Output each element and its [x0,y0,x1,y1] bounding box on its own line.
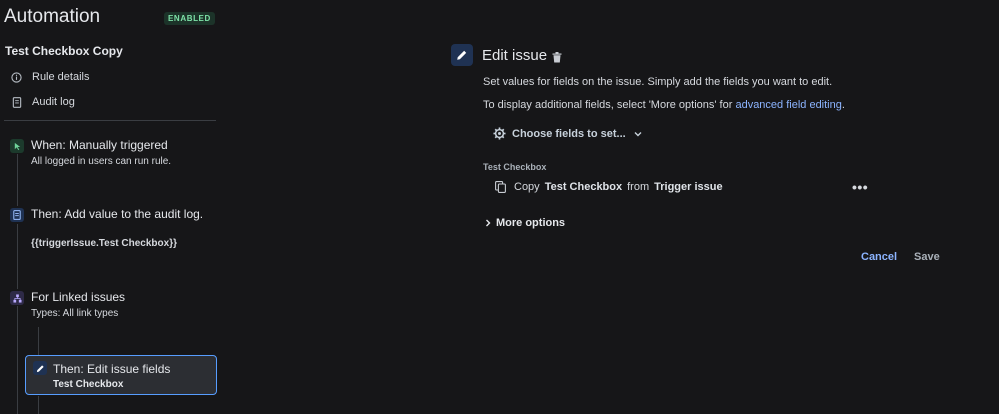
step-subtitle: {{triggerIssue.Test Checkbox}} [31,238,177,249]
copy-word: Copy [514,181,540,193]
additional-fields-suffix: . [841,99,845,111]
rule-name: Test Checkbox Copy [5,44,123,58]
step-subtitle: Test Checkbox [53,379,124,390]
field-label: Test Checkbox [483,162,547,172]
choose-fields-label: Choose fields to set... [512,127,626,140]
copy-icon [495,181,506,193]
step-linked-issues[interactable]: For Linked issues Types: All link types [10,290,215,323]
cursor-click-icon [10,139,24,153]
nav-rule-details-label: Rule details [32,71,90,83]
step-subtitle: All logged in users can run rule. [31,156,172,167]
step-edit-issue-selected[interactable]: Then: Edit issue fields Test Checkbox [25,355,217,395]
additional-fields-text: To display additional fields, select 'Mo… [483,99,736,111]
page-title: Automation [4,6,101,27]
advanced-field-editing-link[interactable]: advanced field editing [735,99,841,111]
hierarchy-icon [10,291,24,305]
document-icon [10,208,24,222]
copy-field-name: Test Checkbox [544,181,623,193]
save-button[interactable]: Save [914,251,940,263]
branch-connector [38,327,39,355]
branch-connector [38,396,39,414]
copy-source: Trigger issue [654,181,723,193]
nav-rule-details[interactable]: Rule details [11,68,89,86]
field-copy-row[interactable]: Copy Test Checkbox from Trigger issue [495,181,723,193]
document-icon [11,96,22,108]
chevron-right-icon [485,219,491,227]
pencil-icon [33,361,47,375]
divider [4,120,216,121]
step-trigger[interactable]: When: Manually triggered All logged in u… [10,138,215,171]
more-actions-icon[interactable]: ••• [852,179,868,195]
cancel-button[interactable]: Cancel [861,251,897,263]
step-title: When: Manually triggered [31,138,168,152]
step-title: Then: Add value to the audit log. [31,207,204,221]
trash-icon[interactable] [552,50,562,68]
additional-fields-note: To display additional fields, select 'Mo… [483,99,845,111]
step-title: Then: Edit issue fields [53,362,171,376]
gear-icon [493,127,506,140]
step-audit-log[interactable]: Then: Add value to the audit log. {{trig… [10,207,215,252]
choose-fields-button[interactable]: Choose fields to set... [493,127,642,140]
step-subtitle: Types: All link types [31,308,119,319]
step-title: For Linked issues [31,290,126,304]
more-options-label: More options [496,217,566,229]
more-options-toggle[interactable]: More options [485,217,565,229]
nav-audit-log[interactable]: Audit log [11,93,75,111]
status-badge: ENABLED [164,12,215,25]
panel-title: Edit issue [482,47,548,64]
panel-description: Set values for fields on the issue. Simp… [483,76,833,88]
info-circle-icon [11,71,22,83]
chevron-down-icon [634,131,642,137]
pencil-icon [451,44,473,66]
nav-audit-log-label: Audit log [32,96,75,108]
copy-from-word: from [627,181,650,193]
